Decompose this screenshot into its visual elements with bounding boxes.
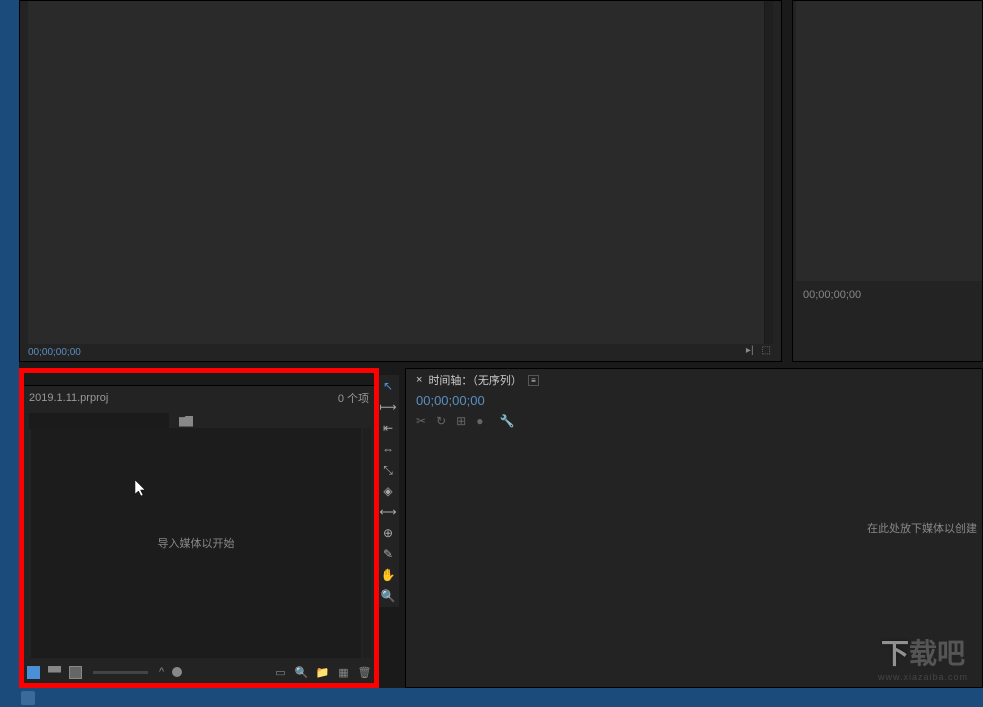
play-icon[interactable]: ▸|: [746, 345, 754, 356]
tools-panel: ↖ ⟼ ⇤ ⇔ ⤡ ◈ ⟷ ⊕ ✎ ✋ 🔍: [379, 375, 399, 607]
program-timecode[interactable]: 00;00;00;00: [803, 289, 861, 301]
source-transport-controls: ▸| ⬚: [746, 345, 771, 356]
watermark-char-2: 载: [909, 632, 937, 672]
settings-wrench-icon[interactable]: 🔧: [499, 414, 514, 428]
pen-tool[interactable]: ✎: [379, 545, 397, 563]
project-scrollbar[interactable]: [363, 428, 371, 658]
insert-icon[interactable]: ✂: [416, 414, 426, 428]
razor-tool[interactable]: ◈: [379, 482, 397, 500]
find-icon[interactable]: 🔍: [295, 666, 308, 679]
delete-icon[interactable]: 🗑: [358, 666, 371, 679]
folder-icon[interactable]: [179, 416, 193, 427]
bottom-taskbar-stripe: [19, 688, 983, 707]
watermark-logo: 下 载 吧: [881, 632, 965, 672]
taskbar-app-icon[interactable]: [21, 691, 35, 705]
watermark-char-3: 吧: [937, 632, 965, 672]
watermark: 下 载 吧 www.xiazaiba.com: [878, 632, 968, 682]
icon-view-icon[interactable]: [48, 666, 61, 679]
ripple-edit-tool[interactable]: ⇤: [379, 419, 397, 437]
project-bin-area[interactable]: 导入媒体以开始: [31, 428, 361, 658]
project-tab-bar[interactable]: [19, 368, 379, 386]
overwrite-icon[interactable]: ↻: [436, 414, 446, 428]
rolling-edit-tool[interactable]: ⇔: [379, 440, 397, 458]
track-select-tool[interactable]: ⟼: [379, 398, 397, 416]
timeline-tab-label: 时间轴：（无序列）: [428, 372, 522, 388]
project-header: 2019.1.11.prproj 0 个项: [19, 386, 379, 410]
selection-tool[interactable]: ↖: [379, 377, 397, 395]
new-item-icon[interactable]: ▦: [337, 666, 350, 679]
timeline-tab-close[interactable]: ×: [416, 374, 422, 386]
timeline-tab-menu-icon[interactable]: ≡: [528, 375, 539, 386]
source-monitor-panel: 00;00;00;00 ▸| ⬚: [19, 0, 782, 362]
source-viewer-inner: [28, 1, 765, 344]
project-filename: 2019.1.11.prproj: [29, 392, 108, 404]
zoom-tool[interactable]: 🔍: [379, 587, 397, 605]
project-panel: 2019.1.11.prproj 0 个项 导入媒体以开始 ^ ▭ 🔍 📁 ▦ …: [19, 368, 379, 688]
automate-sequence-icon[interactable]: ▭: [274, 666, 287, 679]
zoom-caret-icon[interactable]: ^: [159, 666, 164, 678]
list-view-icon[interactable]: [27, 666, 40, 679]
slide-tool[interactable]: ⊕: [379, 524, 397, 542]
marker-icon[interactable]: ●: [476, 414, 483, 428]
snap-icon[interactable]: ⊞: [456, 414, 466, 428]
new-bin-icon[interactable]: 📁: [316, 666, 329, 679]
program-viewer[interactable]: [796, 1, 982, 281]
watermark-url: www.xiazaiba.com: [878, 672, 968, 682]
import-media-prompt: 导入媒体以开始: [158, 535, 235, 551]
watermark-char-1: 下: [881, 632, 909, 672]
timeline-header-tools: ✂ ↻ ⊞ ● 🔧: [406, 410, 982, 432]
program-monitor-panel: 00;00;00;00: [792, 0, 983, 362]
zoom-knob[interactable]: [172, 667, 182, 677]
export-frame-icon[interactable]: ⬚: [762, 345, 771, 356]
project-item-count: 0 个项: [338, 390, 369, 406]
source-viewer[interactable]: [28, 1, 773, 344]
rate-stretch-tool[interactable]: ⤡: [379, 461, 397, 479]
freeform-view-icon[interactable]: [69, 666, 82, 679]
project-filter-input[interactable]: [29, 413, 169, 429]
slip-tool[interactable]: ⟷: [379, 503, 397, 521]
timeline-drop-hint: 在此处放下媒体以创建: [867, 520, 977, 536]
source-scrollbar[interactable]: [765, 1, 773, 344]
hand-tool[interactable]: ✋: [379, 566, 397, 584]
timeline-tab[interactable]: × 时间轴：（无序列） ≡: [406, 369, 982, 391]
project-bottom-toolbar: ^ ▭ 🔍 📁 ▦ 🗑: [19, 662, 379, 682]
source-timecode[interactable]: 00;00;00;00: [28, 347, 81, 358]
timeline-playhead-timecode[interactable]: 00;00;00;00: [406, 391, 982, 410]
thumbnail-zoom-slider[interactable]: [93, 671, 148, 674]
app-left-stripe: [0, 0, 19, 707]
